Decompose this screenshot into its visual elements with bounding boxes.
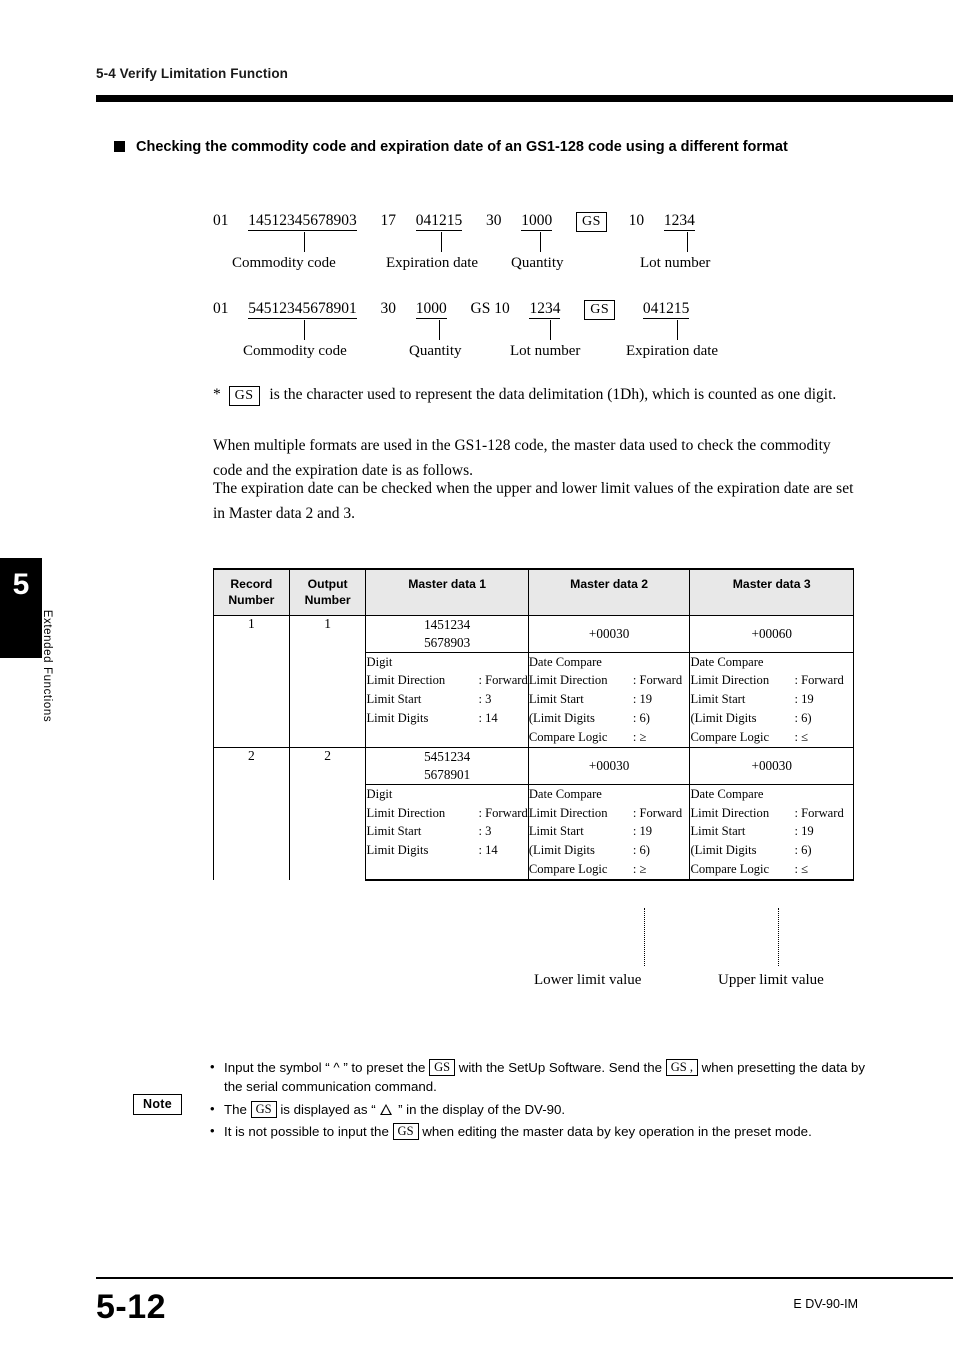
col-record-number: Record Number [213,567,290,616]
gs-separator-box: GS , [665,1059,698,1076]
leader-line [540,232,542,252]
leader-line [441,232,443,252]
header-rule [96,95,953,102]
callout-leader-upper [778,908,779,966]
expiration-date-value: 041215 [642,300,690,319]
leader-line [304,320,306,340]
ai-30: 30 [486,212,502,229]
col-master-data-1: Master data 1 [365,567,529,616]
cell-md1-detail: Digit Limit Direction: Forward Limit Sta… [365,651,529,749]
leader-line [687,232,689,252]
bullet-icon: • [210,1122,215,1138]
cell-md2-detail: Date Compare Limit Direction: Forward Li… [527,783,691,882]
quantity-value: 1000 [415,300,447,319]
gs-footnote: * GS is the character used to represent … [213,386,836,406]
label-commodity-code: Commodity code [243,343,347,359]
cell-md1-value: 1451234 5678903 [365,614,529,653]
note-item: • The GS is displayed as “ ” in the disp… [210,1100,566,1118]
callout-upper-limit: Upper limit value [718,972,824,988]
document-model: E DV-90-IM [793,1297,858,1311]
leader-line [677,320,679,340]
cell-md2-detail: Date Compare Limit Direction: Forward Li… [527,651,691,749]
cell-md2-value: +00030 [527,747,691,785]
cell-md3-detail: Date Compare Limit Direction: Forward Li… [689,783,854,882]
master-data-table: Record Number Output Number Master data … [213,567,854,882]
cell-md3-detail: Date Compare Limit Direction: Forward Li… [689,651,854,749]
gs-ai-10: GS 10 [470,300,510,317]
label-expiration-date: Expiration date [626,343,719,359]
leader-line [550,320,552,340]
label-expiration-date: Expiration date [386,255,479,271]
gs-separator-box: GS [228,386,260,406]
col-master-data-3: Master data 3 [689,567,854,616]
code-diagram-2: 01 54512345678901 30 1000 GS 10 1234 GS … [213,300,690,320]
section-title: Checking the commodity code and expirati… [136,139,788,155]
asterisk: * [213,386,221,403]
paragraph-2: The expiration date can be checked when … [213,480,854,523]
label-lot-number: Lot number [510,343,581,359]
bullet-icon: • [210,1100,215,1116]
lot-number-value: 1234 [529,300,561,319]
note-badge: Note [133,1094,182,1115]
note-list: • Input the symbol “ ^ ” to preset the G… [210,1058,870,1144]
cell-output-number: 1 [288,614,367,748]
gs-separator-box: GS [584,300,616,320]
gs-separator-box: GS [576,212,607,232]
lot-number-value: 1234 [663,212,695,231]
cell-md1-value: 5451234 5678901 [365,747,529,785]
cell-md3-value: +00060 [689,614,854,653]
ai-01: 01 [213,300,229,317]
label-quantity: Quantity [409,343,462,359]
cell-record-number: 1 [213,614,290,748]
running-head: 5-4 Verify Limitation Function [96,66,289,81]
chapter-number: 5 [12,568,30,601]
gs-separator-box: GS [429,1059,456,1076]
triangle-icon [380,1103,393,1115]
table-row: 2 2 5451234 5678901 +00030 +00030 [213,747,854,881]
col-output-number: Output Number [288,567,367,616]
bullet-icon: • [210,1059,215,1074]
label-commodity-code: Commodity code [232,255,336,271]
footer-rule [96,1277,953,1279]
leader-line [439,320,441,340]
ai-30: 30 [380,300,397,317]
commodity-code-value: 14512345678903 [248,212,357,231]
callout-lower-limit: Lower limit value [534,972,642,988]
label-quantity: Quantity [511,255,564,271]
code-diagram-1: 01 14512345678903 17 041215 30 1000 GS 1… [213,212,695,232]
commodity-code-value: 54512345678901 [248,300,357,319]
ai-17: 17 [380,212,397,229]
leader-line [304,232,306,252]
ai-01: 01 [213,212,229,229]
table-row: 1 1 1451234 5678903 +00030 +00060 [213,614,854,748]
gs-footnote-text: is the character used to represent the d… [269,386,837,403]
note-item: • It is not possible to input the GS whe… [210,1122,812,1140]
chapter-label: Extended Functions [41,609,53,723]
callout-leader-lower [644,908,645,966]
ai-10: 10 [628,212,645,229]
page-number: 5-12 [96,1288,167,1326]
expiration-date-value: 041215 [415,212,463,231]
table-header-row: Record Number Output Number Master data … [213,567,854,616]
cell-md1-detail: Digit Limit Direction: Forward Limit Sta… [365,783,529,882]
quantity-value: 1000 [521,212,553,231]
cell-md2-value: +00030 [527,614,691,653]
section-bullet-icon [114,141,125,152]
cell-record-number: 2 [213,747,290,881]
col-master-data-2: Master data 2 [527,567,691,616]
document-page: 5-4 Verify Limitation Function 5 Extende… [0,0,954,1352]
note-item: • Input the symbol “ ^ ” to preset the G… [210,1059,866,1095]
gs-separator-box: GS [392,1122,419,1140]
gs-separator-box: GS [250,1100,277,1118]
cell-md3-value: +00030 [689,747,854,785]
cell-output-number: 2 [288,747,367,881]
label-lot-number: Lot number [640,255,711,271]
